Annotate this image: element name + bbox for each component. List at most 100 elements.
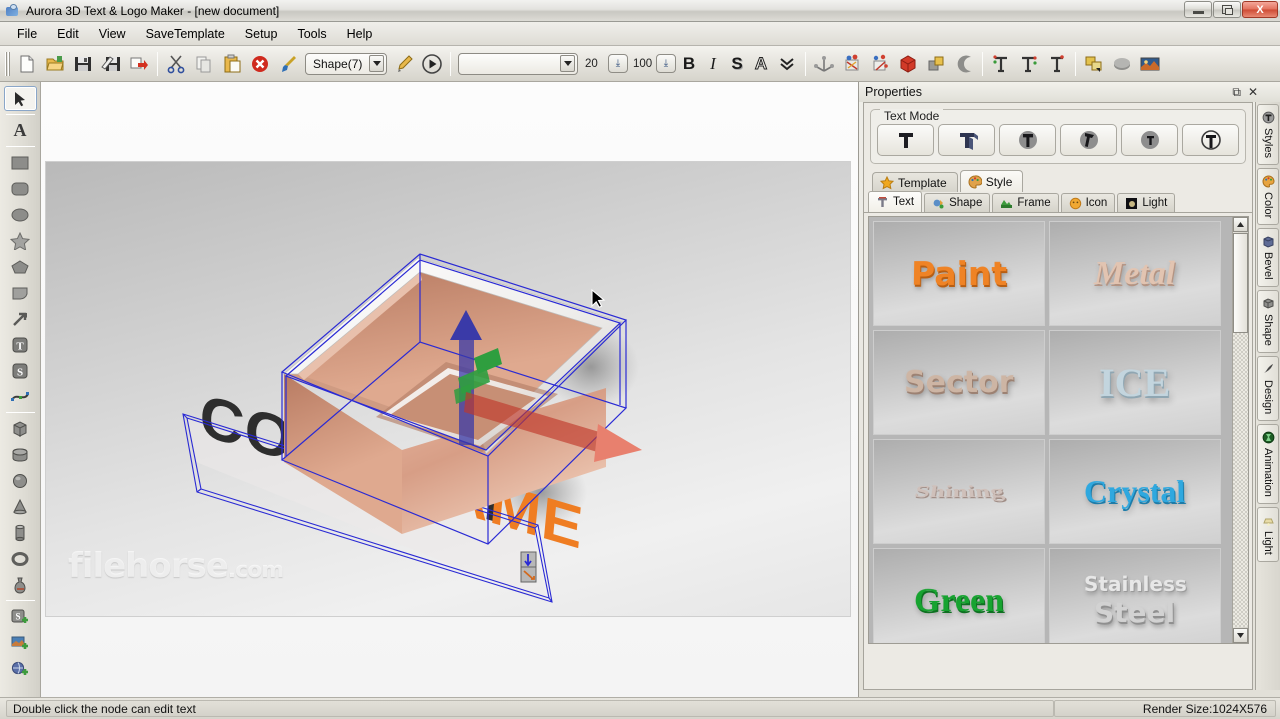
add-shape-tool[interactable]: S <box>4 604 37 629</box>
char-spacing-stepper[interactable]: 100 ⤓ <box>630 54 676 73</box>
char-spacing-chevron-icon[interactable]: ⤓ <box>656 54 676 73</box>
dock-tab-shape[interactable]: Shape <box>1257 290 1279 353</box>
rotate-color-icon[interactable] <box>839 51 865 77</box>
font-size-stepper[interactable]: 20 ⤓ <box>582 54 628 73</box>
menu-savetemplate[interactable]: SaveTemplate <box>137 24 234 44</box>
menu-help[interactable]: Help <box>338 24 382 44</box>
vase-tool[interactable] <box>4 572 37 597</box>
shadow-button[interactable]: S <box>725 54 749 74</box>
sphere-tool[interactable] <box>4 468 37 493</box>
menu-edit[interactable]: Edit <box>48 24 88 44</box>
add-globe-tool[interactable] <box>4 656 37 681</box>
play-animation-icon[interactable] <box>419 51 445 77</box>
close-button[interactable]: X <box>1242 1 1278 18</box>
ellipse-tool[interactable] <box>4 202 37 227</box>
text-align-center-icon[interactable] <box>1016 51 1042 77</box>
float-panel-icon[interactable]: ⧉ <box>1232 85 1241 100</box>
subtab-icon[interactable]: Icon <box>1061 193 1116 212</box>
cut-icon[interactable] <box>163 51 189 77</box>
select-arrow-tool[interactable] <box>4 86 37 111</box>
cube-tool[interactable] <box>4 416 37 441</box>
scrollbar-thumb[interactable] <box>1233 233 1248 333</box>
subtab-frame[interactable]: Frame <box>992 193 1058 212</box>
style-thumbnail-metal[interactable]: Metal <box>1049 221 1221 326</box>
style-thumbnail-crystal[interactable]: Crystal <box>1049 439 1221 544</box>
dock-tab-bevel[interactable]: Bevel <box>1257 228 1279 287</box>
shape-combo-arrow[interactable] <box>369 55 384 72</box>
cone-tool[interactable] <box>4 494 37 519</box>
save-document-icon[interactable] <box>70 51 96 77</box>
menu-view[interactable]: View <box>90 24 135 44</box>
rotate-shape-icon[interactable] <box>867 51 893 77</box>
font-size-chevron-icon[interactable]: ⤓ <box>608 54 628 73</box>
format-brush-icon[interactable] <box>275 51 301 77</box>
menu-file[interactable]: File <box>8 24 46 44</box>
arrow-tool[interactable] <box>4 306 37 331</box>
surface-color-icon[interactable] <box>1109 51 1135 77</box>
minimize-button[interactable] <box>1184 1 1212 18</box>
more-text-options-icon[interactable] <box>774 51 800 77</box>
banner-tool[interactable] <box>4 280 37 305</box>
thumbnail-scrollbar[interactable] <box>1232 217 1248 643</box>
text-align-right-icon[interactable] <box>1044 51 1070 77</box>
export-document-icon[interactable] <box>126 51 152 77</box>
outline-button[interactable]: A <box>749 54 773 74</box>
style-thumbnail-green[interactable]: Green <box>873 548 1045 644</box>
text-mode-extrude-button[interactable] <box>938 124 995 156</box>
text-mode-sphere-small-button[interactable] <box>1121 124 1178 156</box>
axis-move-icon[interactable] <box>811 51 837 77</box>
rounded-cube-tool[interactable] <box>4 442 37 467</box>
image-background-icon[interactable] <box>1137 51 1163 77</box>
menu-tools[interactable]: Tools <box>288 24 335 44</box>
torus-tool[interactable] <box>4 546 37 571</box>
toolbar-grip[interactable] <box>5 52 10 76</box>
style-thumbnail-sector[interactable]: Sector <box>873 330 1045 435</box>
star-tool[interactable] <box>4 228 37 253</box>
tab-template[interactable]: Template <box>872 172 958 192</box>
shape-combo[interactable]: Shape(7) <box>305 53 387 75</box>
scroll-up-button[interactable] <box>1233 217 1248 232</box>
italic-button[interactable]: I <box>701 54 725 74</box>
s-button-tool[interactable]: S <box>4 358 37 383</box>
dock-tab-styles[interactable]: Styles <box>1257 104 1279 165</box>
edit-text-icon[interactable] <box>391 51 417 77</box>
close-panel-icon[interactable]: ✕ <box>1248 85 1258 100</box>
round-object-icon[interactable] <box>951 51 977 77</box>
rounded-rectangle-tool[interactable] <box>4 176 37 201</box>
background-color-icon[interactable] <box>1081 51 1107 77</box>
dock-tab-animation[interactable]: Animation <box>1257 424 1279 504</box>
texture-object-icon[interactable] <box>923 51 949 77</box>
bevel-object-icon[interactable] <box>895 51 921 77</box>
dock-tab-design[interactable]: Design <box>1257 356 1279 421</box>
t-button-tool[interactable]: T <box>4 332 37 357</box>
canvas-area[interactable]: COMPANY NAME <box>41 82 859 697</box>
delete-icon[interactable] <box>247 51 273 77</box>
cylinder-tool[interactable] <box>4 520 37 545</box>
menu-setup[interactable]: Setup <box>236 24 287 44</box>
text-align-left-icon[interactable] <box>988 51 1014 77</box>
add-image-tool[interactable] <box>4 630 37 655</box>
text-mode-sphere-wrap-button[interactable] <box>1182 124 1239 156</box>
font-combo-arrow[interactable] <box>560 55 575 72</box>
subtab-text[interactable]: Text <box>868 191 922 212</box>
text-tool[interactable]: A <box>4 118 37 143</box>
new-document-icon[interactable] <box>14 51 40 77</box>
render-frame[interactable]: COMPANY NAME <box>45 161 851 617</box>
subtab-shape[interactable]: Shape <box>924 193 990 212</box>
scroll-down-button[interactable] <box>1233 628 1248 643</box>
text-mode-flat-button[interactable] <box>877 124 934 156</box>
dock-tab-light[interactable]: Light <box>1257 507 1279 562</box>
scrollbar-track[interactable] <box>1233 333 1248 627</box>
dock-tab-color[interactable]: Color <box>1257 168 1279 225</box>
style-thumbnail-shining[interactable]: Shining <box>873 439 1045 544</box>
copy-icon[interactable] <box>191 51 217 77</box>
style-thumbnail-ice[interactable]: ICE <box>1049 330 1221 435</box>
style-thumbnail-list[interactable]: Paint Metal Sector ICE Shining <box>868 216 1249 644</box>
paste-icon[interactable] <box>219 51 245 77</box>
open-document-icon[interactable] <box>42 51 68 77</box>
subtab-light[interactable]: Light <box>1117 193 1175 212</box>
text-mode-sphere-angled-button[interactable] <box>1060 124 1117 156</box>
scene-3d[interactable]: COMPANY NAME <box>46 162 852 618</box>
style-thumbnail-paint[interactable]: Paint <box>873 221 1045 326</box>
save-as-document-icon[interactable] <box>98 51 124 77</box>
